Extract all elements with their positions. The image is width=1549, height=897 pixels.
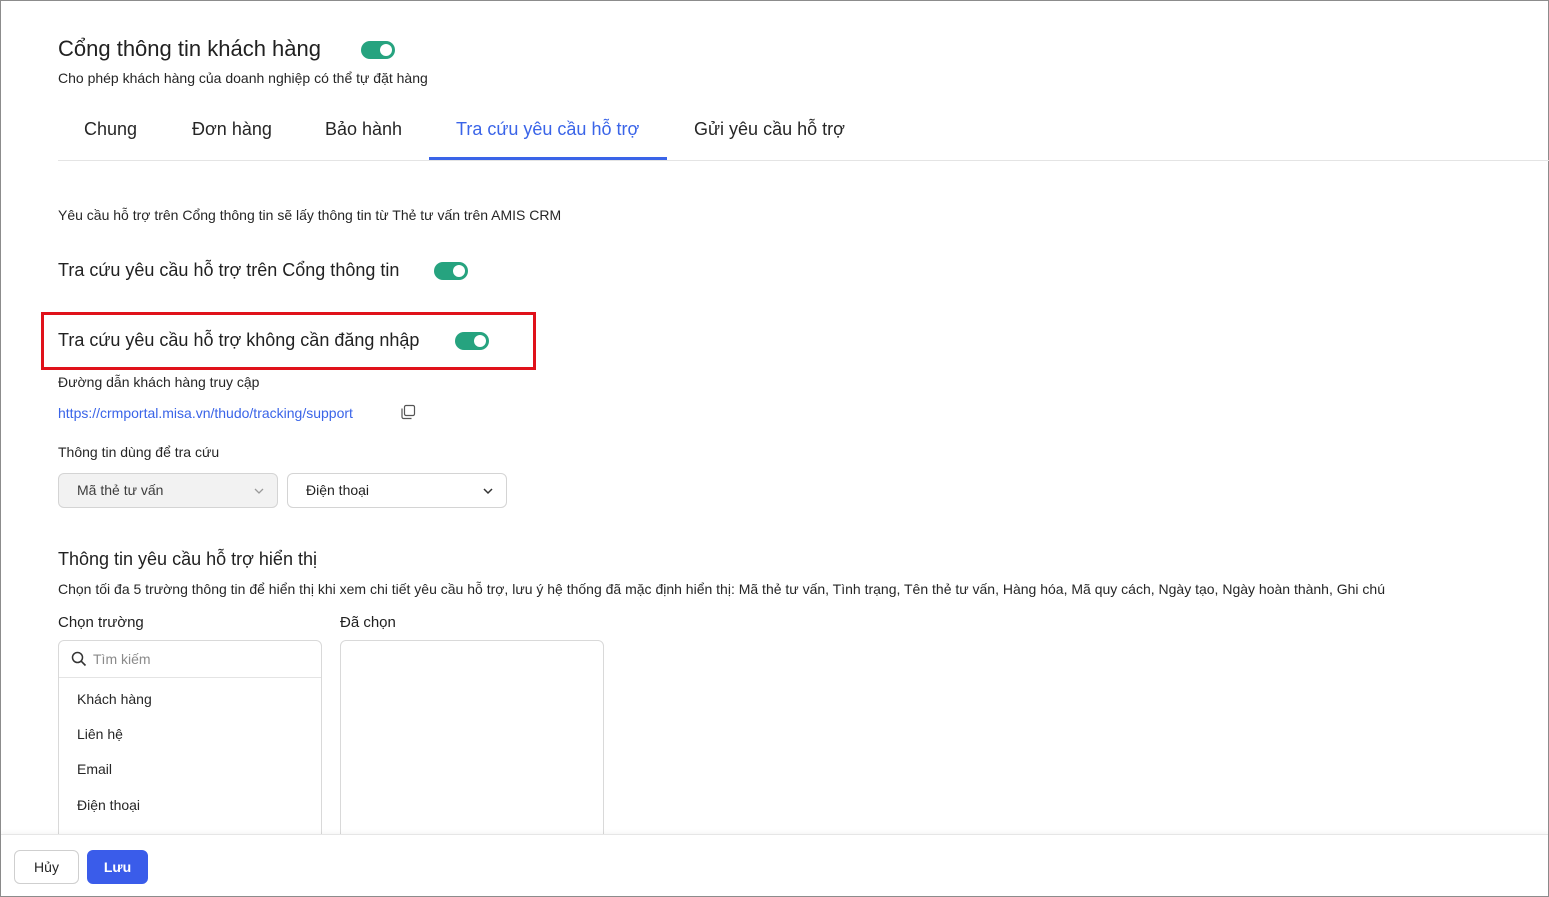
tab-send-support[interactable]: Gửi yêu cầu hỗ trợ [667, 112, 877, 160]
tab-warranty[interactable]: Bảo hành [298, 112, 429, 160]
display-section-desc: Chọn tối đa 5 trường thông tin để hiển t… [58, 581, 1385, 597]
field-option[interactable]: Email [77, 761, 112, 777]
copy-icon[interactable] [400, 404, 416, 420]
tab-orders[interactable]: Đơn hàng [165, 112, 298, 160]
info-text: Yêu cầu hỗ trợ trên Cổng thông tin sẽ lấ… [58, 207, 562, 223]
page-subtitle: Cho phép khách hàng của doanh nghiệp có … [58, 70, 428, 86]
lookup-on-portal-label: Tra cứu yêu cầu hỗ trợ trên Cổng thông t… [58, 260, 400, 280]
save-button[interactable]: Lưu [87, 850, 148, 884]
toggle-knob [380, 44, 392, 56]
lookup-field-1-value: Mã thẻ tư vấn [77, 482, 164, 498]
choose-fields-label: Chọn trường [58, 614, 144, 631]
selected-fields-label: Đã chọn [340, 614, 396, 631]
field-search-input[interactable] [93, 648, 293, 670]
access-link-label: Đường dẫn khách hàng truy cập [58, 374, 260, 390]
lookup-on-portal-toggle[interactable] [434, 262, 468, 280]
footer-bar: Hủy Lưu [1, 834, 1548, 896]
field-option[interactable]: Điện thoại [77, 797, 140, 813]
lookup-field-1-select[interactable]: Mã thẻ tư vấn [58, 473, 278, 508]
field-option[interactable]: Khách hàng [77, 691, 152, 707]
toggle-knob [474, 335, 486, 347]
cancel-button[interactable]: Hủy [14, 850, 79, 884]
chevron-down-icon [483, 488, 493, 495]
lookup-info-label: Thông tin dùng để tra cứu [58, 444, 220, 460]
page-title: Cổng thông tin khách hàng [58, 36, 321, 61]
tab-bar: Chung Đơn hàng Bảo hành Tra cứu yêu cầu … [58, 112, 1549, 161]
lookup-without-login-label: Tra cứu yêu cầu hỗ trợ không cần đăng nh… [58, 330, 420, 350]
search-icon [71, 651, 87, 667]
tab-general[interactable]: Chung [58, 112, 165, 160]
access-link[interactable]: https://crmportal.misa.vn/thudo/tracking… [58, 405, 353, 421]
chevron-down-icon [254, 488, 264, 494]
tab-support-lookup[interactable]: Tra cứu yêu cầu hỗ trợ [429, 112, 667, 160]
lookup-without-login-toggle[interactable] [455, 332, 489, 350]
display-section-title: Thông tin yêu cầu hỗ trợ hiển thị [58, 549, 317, 569]
toggle-knob [453, 265, 465, 277]
lookup-field-2-value: Điện thoại [306, 482, 370, 498]
field-search [59, 641, 321, 678]
portal-enabled-toggle[interactable] [361, 41, 395, 59]
lookup-field-2-select[interactable]: Điện thoại [287, 473, 507, 508]
field-option[interactable]: Liên hệ [77, 726, 123, 742]
available-fields-list: Khách hàng Liên hệ Email Điện thoại [58, 640, 322, 850]
selected-fields-list [340, 640, 604, 850]
